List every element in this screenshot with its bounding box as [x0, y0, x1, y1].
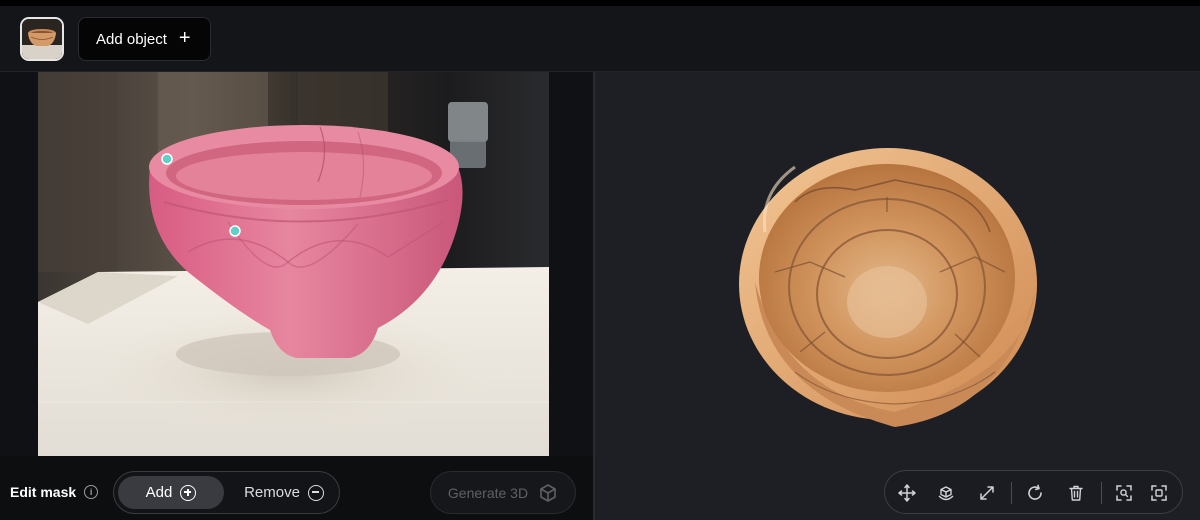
- add-object-label: Add object: [96, 30, 167, 48]
- edit-mask-heading: Edit mask i: [10, 484, 99, 500]
- mask-editor-pane: [0, 72, 593, 456]
- object-thumbnail[interactable]: [20, 17, 64, 61]
- toolbar-separator: [1011, 482, 1012, 504]
- minus-circle-icon: [307, 484, 324, 501]
- delete-icon[interactable]: [1065, 482, 1087, 504]
- remove-mode-label: Remove: [244, 484, 300, 501]
- plus-icon: +: [178, 27, 191, 49]
- generate-3d-label: Generate 3D: [447, 484, 529, 501]
- fit-view-icon[interactable]: [1148, 482, 1170, 504]
- info-icon[interactable]: i: [84, 485, 99, 499]
- focus-icon[interactable]: [1113, 482, 1135, 504]
- move-icon[interactable]: [896, 482, 918, 504]
- plus-circle-icon: [180, 484, 197, 501]
- top-bar: Add object +: [0, 6, 1200, 72]
- scale-icon[interactable]: [976, 482, 998, 504]
- mask-controls-bar: Edit mask i Add Remove Generate 3D: [0, 456, 593, 520]
- toolbar-separator: [1101, 482, 1102, 504]
- remove-mode-button[interactable]: Remove: [232, 476, 336, 509]
- source-photo-with-mask[interactable]: [38, 72, 549, 456]
- 3d-model-render: [739, 148, 1037, 427]
- reset-icon[interactable]: [1024, 482, 1046, 504]
- app-window: Add object + Edit mask i Add Remove Gene…: [0, 0, 1200, 520]
- generate-3d-button[interactable]: Generate 3D: [430, 471, 576, 514]
- add-mode-label: Add: [145, 484, 173, 501]
- mask-mode-toggle: Add Remove: [113, 471, 340, 514]
- add-mode-button[interactable]: Add: [118, 476, 224, 509]
- 3d-view-toolbar: [884, 470, 1183, 514]
- rotate-object-icon[interactable]: [935, 482, 957, 504]
- cube-icon: [540, 483, 556, 502]
- edit-mask-label: Edit mask: [10, 484, 77, 500]
- add-object-button[interactable]: Add object +: [78, 17, 211, 61]
- 3d-preview-pane[interactable]: [595, 72, 1200, 520]
